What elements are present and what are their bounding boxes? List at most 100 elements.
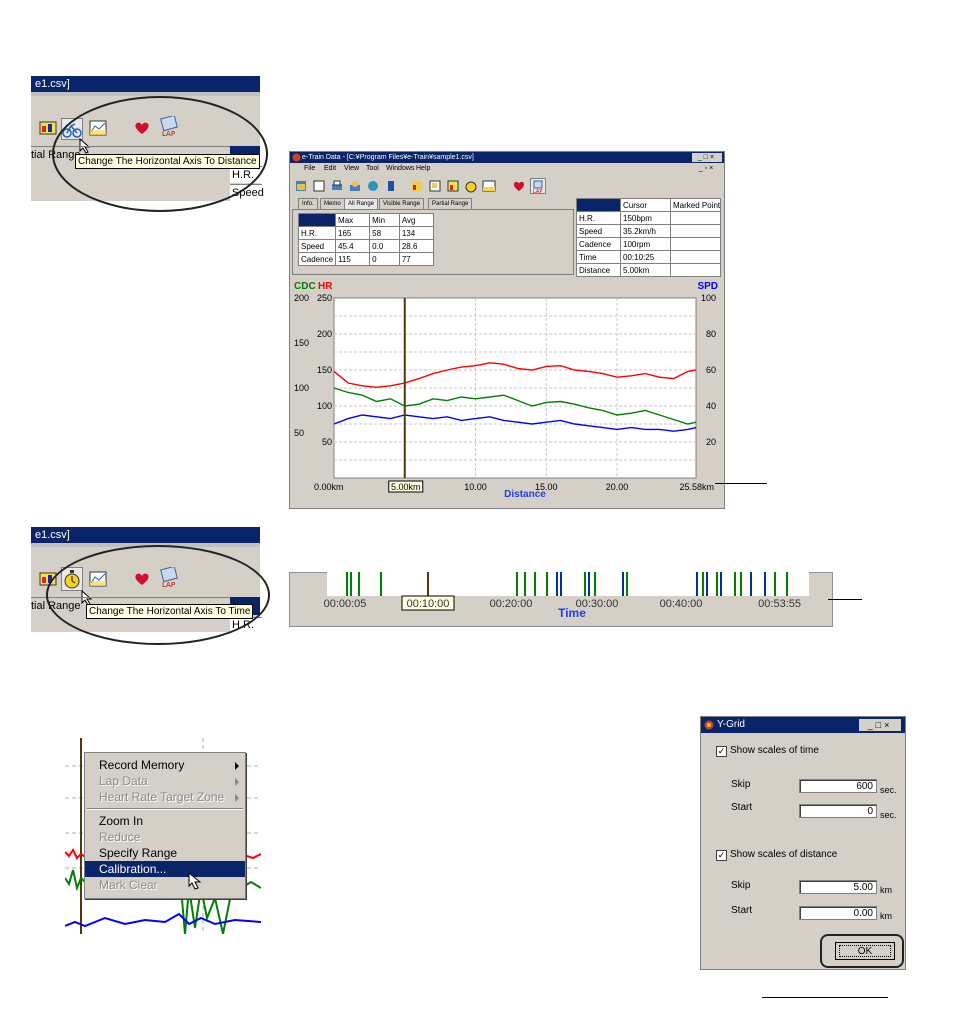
- time-axis-label: Time: [558, 606, 586, 620]
- table-cell: 165: [335, 226, 371, 240]
- y-tick-label: 150: [294, 338, 309, 348]
- graph-icon[interactable]: [482, 179, 496, 193]
- menu-bar: File Edit View Tool Windows Help _▫×: [290, 164, 724, 174]
- underline-rule: [762, 997, 888, 998]
- menu-item-calibration[interactable]: Calibration...: [85, 861, 245, 877]
- menu-item-lap-data: Lap Data: [85, 773, 245, 789]
- table-cell: Speed: [297, 239, 337, 253]
- table-cell: 58: [369, 226, 400, 240]
- y-tick-label: 60: [706, 365, 716, 375]
- table-cell: Distance: [576, 263, 621, 277]
- window-controls[interactable]: _□×: [692, 153, 722, 162]
- time-tick-label: 00:53:55: [758, 598, 801, 610]
- mdi-controls[interactable]: _▫×: [692, 164, 722, 174]
- table-cell: 5.00km: [620, 263, 671, 277]
- time-skip-input[interactable]: 600: [799, 779, 877, 793]
- time-skip-label: Skip: [731, 779, 751, 790]
- color-chart-icon[interactable]: [410, 179, 424, 193]
- time-tick-label: 00:40:00: [660, 598, 703, 610]
- ok-highlight: [820, 934, 904, 968]
- stats-table: Max Min Avg H.R. 165 58 134 Speed 45.4 0…: [297, 213, 435, 266]
- chart-icon[interactable]: [446, 179, 460, 193]
- menu-file[interactable]: File: [304, 164, 315, 174]
- menu-separator: [87, 808, 243, 810]
- etrain-main-window: e-Train Data - [C:¥Program Files¥e-Train…: [289, 151, 725, 509]
- menu-tool[interactable]: Tool: [366, 164, 379, 174]
- menu-item-reduce: Reduce: [85, 829, 245, 845]
- y-tick-label: 40: [706, 401, 716, 411]
- table-row: Time 00:10:25: [576, 250, 721, 264]
- y-tick-label: 100: [701, 293, 716, 303]
- menu-edit[interactable]: Edit: [324, 164, 336, 174]
- menu-item-record-memory[interactable]: Record Memory: [85, 757, 245, 773]
- menu-view[interactable]: View: [344, 164, 359, 174]
- tab-all-range[interactable]: All Range: [344, 198, 379, 209]
- legend-hr: HR: [318, 281, 333, 292]
- table-cell: Cadence: [576, 237, 621, 251]
- menu-windows[interactable]: Windows: [386, 164, 414, 174]
- time-start-input[interactable]: 0: [799, 804, 877, 818]
- window-title-fragment: e1.csv]: [31, 527, 260, 543]
- menu-item-label: Heart Rate Target Zone: [99, 790, 225, 804]
- table-row: H.R. 150bpm: [576, 211, 721, 225]
- tab-partial-range[interactable]: Partial Range: [428, 198, 473, 209]
- table-cell: 45.4: [335, 239, 371, 253]
- y-tick-label: 200: [294, 293, 309, 303]
- stopwatch-icon[interactable]: [464, 179, 478, 193]
- table-cell: [670, 250, 721, 264]
- menu-item-label: Zoom In: [99, 814, 144, 828]
- menu-help[interactable]: Help: [416, 164, 430, 174]
- app-icon: [704, 720, 714, 730]
- x-tick-label: 10.00: [464, 482, 487, 492]
- app-icon: [292, 153, 301, 162]
- table-header: Min: [369, 213, 400, 227]
- menu-item-specify-range[interactable]: Specify Range: [85, 845, 245, 861]
- pointer-line: [828, 599, 862, 600]
- heart-icon[interactable]: [512, 179, 526, 193]
- menu-item-zoom-in[interactable]: Zoom In: [85, 813, 245, 829]
- dialog-window-controls[interactable]: _□×: [859, 719, 901, 731]
- globe-icon[interactable]: [366, 179, 380, 193]
- table-cell: [670, 237, 721, 251]
- window-title-fragment: e1.csv]: [31, 76, 260, 92]
- time-scale-checkbox[interactable]: ✓: [716, 746, 727, 757]
- menu-item-mark-clear: Mark Clear: [85, 877, 245, 893]
- text-chart-icon[interactable]: [428, 179, 442, 193]
- table-row: Speed 35.2km/h: [576, 224, 721, 238]
- menu-item-label: Specify Range: [99, 846, 178, 860]
- time-start-label: Start: [731, 802, 753, 813]
- lap-icon[interactable]: LAP: [530, 178, 546, 194]
- x-tick-label: 0.00km: [314, 482, 344, 492]
- time-axis-strip: 00:00:05 00:10:00 00:20:00 00:30:00 00:40:00…: [289, 572, 833, 627]
- y-tick-label: 80: [706, 329, 716, 339]
- tab-memo[interactable]: Memo: [320, 198, 345, 209]
- dist-start-input[interactable]: 0.00: [799, 906, 877, 920]
- distance-scale-checkbox[interactable]: ✓: [716, 850, 727, 861]
- toolbar: LAP: [290, 176, 724, 196]
- table-row: Speed 45.4 0.0 28.6: [297, 239, 435, 253]
- tab-info[interactable]: Info.: [298, 198, 318, 209]
- table-cell: 35.2km/h: [620, 224, 671, 238]
- y-tick-label: 100: [317, 401, 332, 411]
- dist-skip-input[interactable]: 5.00: [799, 880, 877, 894]
- menu-item-heart-rate-target-zone: Heart Rate Target Zone: [85, 789, 245, 805]
- table-row: H.R. 165 58 134: [297, 226, 435, 240]
- tab-visible-range[interactable]: Visible Range: [379, 198, 424, 209]
- pointer-line: [715, 483, 767, 484]
- book-icon[interactable]: [384, 179, 398, 193]
- open-icon[interactable]: [294, 179, 308, 193]
- table-corner: [297, 213, 337, 227]
- distance-chart[interactable]: CDC HR SPD 200 150 100 50 250 200 150 100 50 10…: [290, 278, 724, 506]
- table-cell: 150bpm: [620, 211, 671, 225]
- chart-icon[interactable]: [39, 120, 57, 136]
- menu-item-label: Mark Clear: [99, 878, 158, 892]
- context-menu: Record Memory Lap Data Heart Rate Target Z…: [84, 752, 246, 899]
- menu-item-label: Calibration...: [99, 862, 167, 876]
- cursor-time-label: 00:10:00: [407, 598, 450, 610]
- save-icon[interactable]: [312, 179, 326, 193]
- dist-skip-label: Skip: [731, 880, 751, 891]
- transfer-icon[interactable]: [348, 179, 362, 193]
- table-cell: 115: [335, 252, 371, 266]
- print-icon[interactable]: [330, 179, 344, 193]
- table-cell: Speed: [576, 224, 621, 238]
